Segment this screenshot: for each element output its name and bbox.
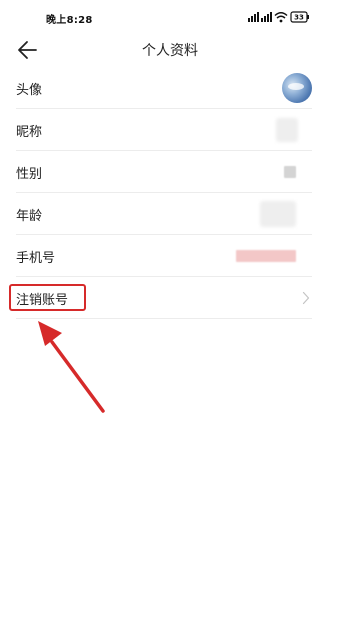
phone-value-redacted <box>236 250 296 262</box>
row-phone[interactable]: 手机号 <box>16 235 312 277</box>
row-nickname[interactable]: 昵称 <box>16 109 312 151</box>
avatar[interactable] <box>282 73 312 103</box>
row-gender[interactable]: 性别 <box>16 151 312 193</box>
row-label-age: 年龄 <box>16 209 43 224</box>
row-label-gender: 性别 <box>16 167 43 182</box>
chevron-right-icon <box>302 291 310 305</box>
row-deactivate-account[interactable]: 注销账号 <box>16 277 312 319</box>
nickname-value-redacted <box>276 118 298 142</box>
gender-value-redacted <box>284 166 296 178</box>
header: 个人资料 <box>0 32 340 68</box>
battery-level: 33 <box>294 14 304 22</box>
row-avatar[interactable]: 头像 <box>16 67 312 109</box>
battery-icon: 33 <box>290 11 309 23</box>
signal-icon-2 <box>261 12 272 22</box>
status-time: 晚上8:28 <box>46 15 93 26</box>
row-age[interactable]: 年龄 <box>16 193 312 235</box>
signal-icon <box>248 12 259 22</box>
divider <box>16 318 312 319</box>
row-label-nickname: 昵称 <box>16 125 43 140</box>
page-title: 个人资料 <box>142 43 198 59</box>
age-value-redacted <box>260 201 296 227</box>
status-bar: 晚上8:28 33 <box>0 0 340 36</box>
row-label-deactivate-account: 注销账号 <box>16 293 69 308</box>
status-icons: 33 <box>248 10 310 24</box>
wifi-icon <box>274 12 288 23</box>
row-label-avatar: 头像 <box>16 83 43 98</box>
row-label-phone: 手机号 <box>16 251 56 266</box>
